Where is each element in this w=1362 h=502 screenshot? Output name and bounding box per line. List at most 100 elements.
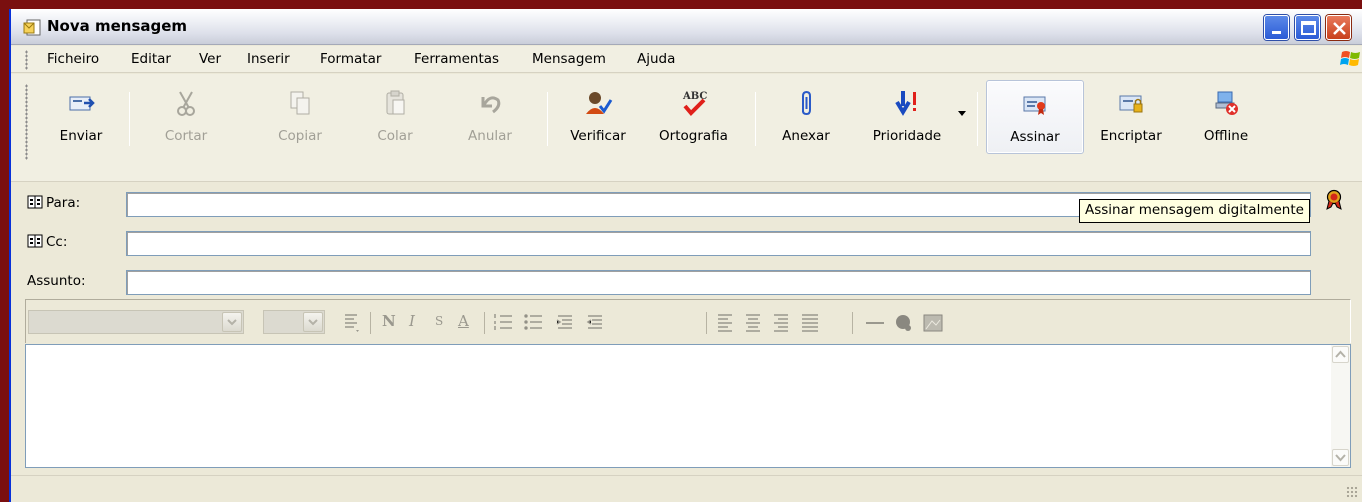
cc-label-wrap[interactable]: Cc: (27, 234, 67, 250)
maximize-button[interactable] (1295, 15, 1320, 40)
sign-icon (1023, 96, 1046, 115)
toolbar-separator (547, 92, 548, 146)
scissors-icon (177, 91, 195, 116)
main-toolbar: Enviar Cortar Copiar Colar Anular Verifi… (11, 74, 1362, 182)
underline-button[interactable]: S (435, 314, 443, 328)
priority-icon (895, 91, 916, 116)
paste-icon (386, 90, 405, 115)
cc-field[interactable] (126, 231, 1311, 256)
attach-button[interactable]: Anexar (771, 80, 841, 154)
new-message-icon (23, 19, 41, 36)
chevron-down-icon[interactable] (222, 312, 242, 332)
vertical-scrollbar[interactable] (1331, 345, 1350, 467)
copy-label: Copiar (278, 128, 322, 144)
menu-formatar[interactable]: Formatar (320, 51, 381, 67)
toolbar-separator (977, 92, 978, 146)
paperclip-icon (802, 90, 811, 116)
format-separator (484, 312, 485, 334)
menu-mensagem[interactable]: Mensagem (532, 51, 606, 67)
format-separator (852, 312, 853, 334)
menu-ajuda[interactable]: Ajuda (637, 51, 675, 67)
sign-label: Assinar (1010, 129, 1060, 145)
encrypt-icon (1119, 95, 1143, 113)
signature-seal-icon (1326, 189, 1342, 210)
menu-ferramentas[interactable]: Ferramentas (414, 51, 499, 67)
encrypt-button[interactable]: Encriptar (1091, 80, 1171, 154)
resize-grip-icon[interactable] (1346, 486, 1358, 498)
status-bar (11, 475, 1362, 502)
paragraph-style-icon[interactable] (342, 312, 362, 334)
paste-button[interactable]: Colar (365, 80, 425, 154)
cut-label: Cortar (164, 128, 208, 144)
format-separator (370, 312, 371, 334)
check-names-button[interactable]: Verificar (563, 80, 633, 154)
toolbar-separator (129, 92, 130, 146)
paste-label: Colar (377, 128, 413, 144)
menu-ver[interactable]: Ver (199, 51, 221, 67)
address-book-icon (27, 234, 43, 248)
toolbar-grip[interactable] (25, 84, 28, 160)
minimize-button[interactable] (1264, 15, 1289, 40)
menu-grip[interactable] (25, 50, 28, 70)
font-color-button[interactable]: A (458, 312, 469, 330)
menu-ficheiro[interactable]: Ficheiro (47, 51, 99, 67)
message-body[interactable] (25, 344, 1351, 468)
toolbar-separator (755, 92, 756, 146)
chevron-down-icon (1335, 454, 1346, 462)
menu-bar: Ficheiro Editar Ver Inserir Formatar Fer… (11, 46, 1362, 73)
format-separator (706, 312, 707, 334)
check-names-label: Verificar (570, 128, 626, 144)
maximize-icon (1301, 21, 1316, 35)
formatting-toolbar: N I S A (25, 299, 1351, 343)
alignment-icons[interactable] (716, 312, 846, 334)
spelling-label: Ortografia (659, 128, 728, 144)
close-button[interactable] (1326, 15, 1351, 40)
undo-button[interactable]: Anular (455, 80, 525, 154)
attach-label: Anexar (782, 128, 830, 144)
minimize-icon (1272, 31, 1281, 34)
font-name-combo[interactable] (28, 310, 244, 334)
to-label: Para: (46, 195, 81, 211)
window-title: Nova mensagem (47, 17, 188, 35)
offline-icon (1215, 91, 1238, 115)
address-book-icon (27, 195, 43, 209)
insert-icons[interactable] (862, 312, 952, 334)
spelling-button[interactable]: ABC Ortografia (651, 80, 736, 154)
scroll-up-button[interactable] (1332, 346, 1349, 363)
priority-button[interactable]: Prioridade (857, 80, 957, 154)
send-label: Enviar (59, 128, 103, 144)
copy-icon (290, 91, 310, 115)
chevron-up-icon (1335, 350, 1346, 358)
offline-label: Offline (1203, 128, 1249, 144)
spelling-icon: ABC (682, 91, 707, 116)
undo-label: Anular (468, 128, 512, 144)
offline-button[interactable]: Offline (1191, 80, 1261, 154)
list-indent-icons[interactable] (492, 312, 632, 334)
priority-dropdown-icon[interactable] (957, 110, 967, 118)
undo-icon (481, 96, 501, 114)
check-names-icon (586, 92, 613, 114)
subject-field[interactable] (126, 270, 1311, 295)
to-label-wrap[interactable]: Para: (27, 195, 80, 211)
cc-label: Cc: (46, 234, 68, 250)
menu-editar[interactable]: Editar (131, 51, 171, 67)
cut-button[interactable]: Cortar (151, 80, 221, 154)
windows-logo-icon (1340, 51, 1360, 66)
send-button[interactable]: Enviar (46, 80, 116, 154)
italic-button[interactable]: I (409, 312, 415, 330)
sign-tooltip: Assinar mensagem digitalmente (1079, 199, 1310, 223)
encrypt-label: Encriptar (1100, 128, 1162, 144)
copy-button[interactable]: Copiar (265, 80, 335, 154)
bold-button[interactable]: N (382, 312, 396, 330)
close-icon (1333, 22, 1346, 35)
subject-label: Assunto: (27, 273, 86, 289)
menu-inserir[interactable]: Inserir (247, 51, 290, 67)
title-bar[interactable]: Nova mensagem (11, 9, 1362, 45)
priority-label: Prioridade (872, 128, 942, 144)
message-window: Nova mensagem Ficheiro Editar Ver Inseri… (9, 9, 1362, 502)
scroll-down-button[interactable] (1332, 449, 1349, 466)
sign-button[interactable]: Assinar (986, 80, 1084, 154)
chevron-down-icon[interactable] (303, 312, 323, 332)
font-size-combo[interactable] (263, 310, 325, 334)
send-icon (69, 96, 95, 111)
